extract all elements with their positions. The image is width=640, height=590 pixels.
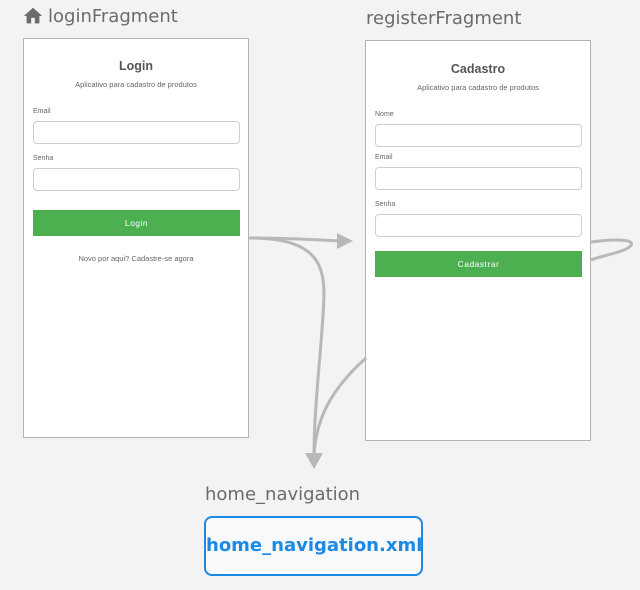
action-register-self-loop[interactable]	[590, 238, 633, 262]
action-register-to-home[interactable]	[312, 356, 367, 456]
action-login-to-home[interactable]	[248, 236, 326, 456]
arrowhead-home	[305, 453, 323, 469]
home-navigation-graph-box[interactable]: home_navigation.xml	[204, 516, 423, 576]
arrowhead-register	[337, 233, 353, 249]
home-navigation-title[interactable]: home_navigation	[205, 484, 360, 505]
